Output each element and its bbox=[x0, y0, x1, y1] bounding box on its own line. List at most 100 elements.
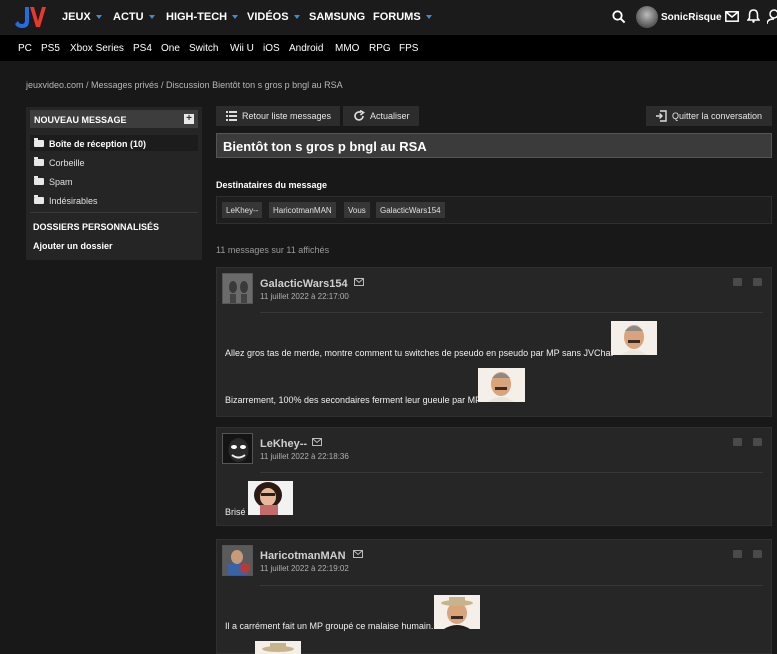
report-icon[interactable] bbox=[753, 550, 762, 558]
folder-icon bbox=[34, 176, 44, 185]
folder-label: Indésirables bbox=[49, 196, 98, 206]
message-author[interactable]: GalacticWars154 bbox=[260, 278, 348, 290]
avatar[interactable] bbox=[222, 545, 253, 576]
avatar-image bbox=[223, 274, 252, 303]
recipient-tag[interactable]: GalacticWars154 bbox=[376, 202, 445, 218]
platform-link[interactable]: Xbox Series bbox=[70, 43, 124, 54]
message: HaricotmanMAN 11 juillet 2022 à 22:19:02… bbox=[216, 539, 772, 654]
folder-inbox[interactable]: Boîte de réception (10) bbox=[30, 135, 198, 151]
folder-label: Boîte de réception (10) bbox=[49, 139, 147, 149]
message-text: Bizarrement, 100% des secondaires fermen… bbox=[225, 395, 482, 405]
mail-icon[interactable] bbox=[725, 11, 739, 22]
platform-link[interactable]: Switch bbox=[189, 43, 218, 54]
refresh-button[interactable]: Actualiser bbox=[343, 106, 419, 126]
divider bbox=[260, 472, 763, 473]
sidebar: NOUVEAU MESSAGE + Boîte de réception (10… bbox=[26, 107, 202, 260]
user-icon[interactable] bbox=[767, 9, 777, 24]
mail-icon[interactable] bbox=[312, 438, 322, 446]
chevron-down-icon bbox=[95, 15, 102, 19]
breadcrumb[interactable]: jeuxvideo.com / Messages privés / Discus… bbox=[26, 80, 343, 90]
platform-link[interactable]: iOS bbox=[263, 43, 280, 54]
report-icon[interactable] bbox=[753, 438, 762, 446]
message-date: 11 juillet 2022 à 22:17:00 bbox=[260, 292, 349, 301]
quit-conversation-button[interactable]: Quitter la conversation bbox=[646, 106, 772, 126]
risitas-hat-sticker bbox=[255, 641, 301, 654]
platform-link[interactable]: PC bbox=[18, 43, 32, 54]
quote-icon[interactable] bbox=[733, 550, 742, 558]
chevron-down-icon bbox=[425, 15, 432, 19]
new-message-button[interactable]: NOUVEAU MESSAGE + bbox=[30, 110, 198, 128]
message-text: Allez gros tas de merde, montre comment … bbox=[225, 348, 614, 358]
girl-sticker bbox=[248, 481, 293, 515]
message-author[interactable]: HaricotmanMAN bbox=[260, 550, 346, 562]
nav-jeux[interactable]: JEUX bbox=[62, 11, 102, 23]
recipients-title: Destinataires du message bbox=[216, 180, 328, 190]
folder-spam[interactable]: Spam bbox=[30, 173, 198, 189]
chevron-down-icon bbox=[293, 15, 300, 19]
nav-label: SAMSUNG bbox=[309, 11, 366, 23]
nav-label: FORUMS bbox=[373, 11, 421, 23]
message-text: Brisé bbox=[225, 507, 246, 517]
nav-label: HIGH-TECH bbox=[166, 11, 228, 23]
folder-icon bbox=[34, 195, 44, 204]
nav-forums[interactable]: FORUMS bbox=[373, 11, 432, 23]
nav-videos[interactable]: VIDÉOS bbox=[247, 11, 300, 23]
mail-icon[interactable] bbox=[353, 550, 363, 558]
jv-logo[interactable] bbox=[14, 5, 46, 30]
nav-samsung[interactable]: SAMSUNG bbox=[309, 11, 365, 23]
folder-undesirables[interactable]: Indésirables bbox=[30, 192, 198, 208]
nav-high-tech[interactable]: HIGH-TECH bbox=[166, 11, 239, 23]
platform-link[interactable]: Wii U bbox=[230, 43, 254, 54]
message-count: 11 messages sur 11 affichés bbox=[216, 245, 330, 255]
custom-folders-title: DOSSIERS PERSONNALISÉS bbox=[33, 222, 160, 232]
platform-link[interactable]: FPS bbox=[399, 43, 418, 54]
quote-icon[interactable] bbox=[733, 278, 742, 286]
back-label: Retour liste messages bbox=[242, 111, 332, 121]
platform-bar: PC PS5 Xbox Series PS4 One Switch Wii U … bbox=[0, 35, 777, 61]
divider bbox=[260, 585, 763, 586]
back-to-list-button[interactable]: Retour liste messages bbox=[216, 106, 340, 126]
platform-link[interactable]: PS4 bbox=[133, 43, 152, 54]
platform-link[interactable]: RPG bbox=[369, 43, 391, 54]
list-icon bbox=[226, 111, 237, 121]
username[interactable]: SonicRisque bbox=[661, 12, 722, 23]
add-folder-link[interactable]: Ajouter un dossier bbox=[33, 241, 113, 251]
platform-link[interactable]: One bbox=[161, 43, 180, 54]
report-icon[interactable] bbox=[753, 278, 762, 286]
nav-actu[interactable]: ACTU bbox=[113, 11, 155, 23]
recipient-tag[interactable]: LeKhey-- bbox=[222, 202, 263, 218]
message-date: 11 juillet 2022 à 22:19:02 bbox=[260, 564, 349, 573]
message-text: Il a carrément fait un MP groupé ce mala… bbox=[225, 621, 434, 631]
message-date: 11 juillet 2022 à 22:18:36 bbox=[260, 452, 349, 461]
bell-icon[interactable] bbox=[747, 9, 760, 23]
avatar-image bbox=[223, 434, 252, 463]
risitas-sticker bbox=[611, 321, 657, 355]
new-message-label: NOUVEAU MESSAGE bbox=[34, 115, 127, 125]
recipients-list: LeKhey-- HaricotmanMAN Vous GalacticWars… bbox=[216, 196, 772, 224]
nav-label: VIDÉOS bbox=[247, 11, 289, 23]
quote-icon[interactable] bbox=[733, 438, 742, 446]
avatar[interactable] bbox=[222, 273, 253, 304]
platform-link[interactable]: MMO bbox=[335, 43, 359, 54]
quit-label: Quitter la conversation bbox=[672, 111, 763, 121]
folder-icon bbox=[34, 157, 44, 166]
avatar[interactable] bbox=[222, 433, 253, 464]
mail-icon[interactable] bbox=[354, 278, 364, 286]
recipient-tag[interactable]: Vous bbox=[344, 202, 370, 218]
chevron-down-icon bbox=[148, 15, 155, 19]
avatar[interactable] bbox=[636, 6, 658, 28]
nav-label: ACTU bbox=[113, 11, 144, 23]
top-nav: JEUX ACTU HIGH-TECH VIDÉOS SAMSUNG FORUM… bbox=[0, 0, 777, 35]
divider bbox=[260, 312, 763, 313]
search-icon[interactable] bbox=[612, 10, 626, 24]
message-author[interactable]: LeKhey-- bbox=[260, 438, 307, 450]
conversation-title: Bientôt ton s gros p bngl au RSA bbox=[216, 133, 772, 158]
platform-link[interactable]: Android bbox=[289, 43, 323, 54]
folder-trash[interactable]: Corbeille bbox=[30, 154, 198, 170]
divider bbox=[30, 212, 198, 213]
folder-label: Corbeille bbox=[49, 158, 85, 168]
platform-link[interactable]: PS5 bbox=[41, 43, 60, 54]
recipient-tag[interactable]: HaricotmanMAN bbox=[269, 202, 336, 218]
chevron-down-icon bbox=[232, 15, 239, 19]
exit-icon bbox=[656, 110, 667, 122]
